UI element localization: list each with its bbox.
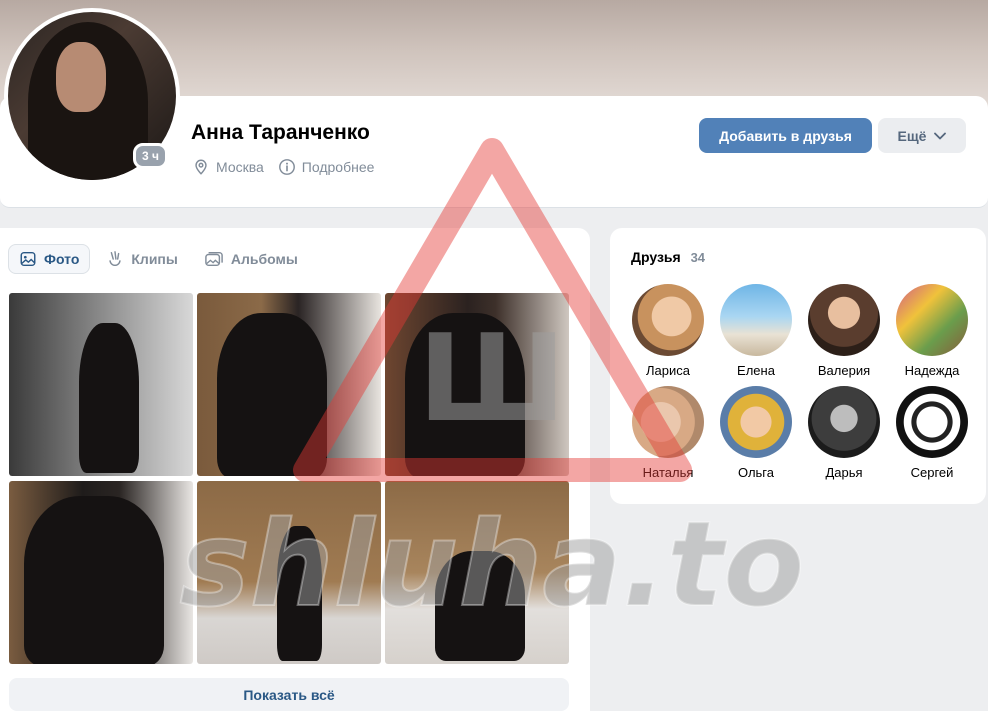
- tab-clips[interactable]: Клипы: [96, 244, 187, 274]
- photo-thumbnail[interactable]: [9, 481, 193, 664]
- friend-avatar[interactable]: [720, 284, 792, 356]
- info-icon: [278, 159, 295, 175]
- online-status-badge: 3 ч: [133, 143, 168, 169]
- friend-item[interactable]: Надежда: [888, 284, 976, 378]
- photo-icon: [20, 251, 36, 267]
- friend-name[interactable]: Елена: [737, 363, 775, 378]
- location-text: Москва: [216, 159, 264, 175]
- photo-thumbnail[interactable]: [197, 481, 381, 664]
- photo-thumbnail[interactable]: [385, 481, 569, 664]
- show-all-button[interactable]: Показать всё: [9, 678, 569, 711]
- photo-thumbnail[interactable]: [197, 293, 381, 476]
- clips-icon: [109, 251, 122, 267]
- friend-name[interactable]: Дарья: [825, 465, 862, 480]
- friend-name[interactable]: Надежда: [905, 363, 960, 378]
- photo-subject: [405, 313, 525, 476]
- more-button[interactable]: Ещё: [878, 118, 966, 153]
- friend-item[interactable]: Ольга: [712, 386, 800, 480]
- photos-card: Фото Клипы Альбомы Показать всё: [0, 228, 590, 711]
- photo-thumbnail[interactable]: [385, 293, 569, 476]
- friends-title: Друзья: [631, 249, 681, 265]
- friend-avatar[interactable]: [632, 284, 704, 356]
- tab-albums[interactable]: Альбомы: [194, 244, 308, 274]
- friend-avatar[interactable]: [896, 284, 968, 356]
- photo-subject: [217, 313, 327, 476]
- details-link-text[interactable]: Подробнее: [302, 159, 375, 175]
- friend-item[interactable]: Валерия: [800, 284, 888, 378]
- friend-item[interactable]: Дарья: [800, 386, 888, 480]
- photos-tabs: Фото Клипы Альбомы: [8, 244, 314, 274]
- friend-avatar[interactable]: [632, 386, 704, 458]
- friends-card: Друзья 34 Лариса Елена Валерия Надежда Н…: [610, 228, 986, 504]
- location-item: Москва: [192, 158, 264, 176]
- friend-avatar[interactable]: [808, 284, 880, 356]
- albums-icon: [205, 251, 223, 267]
- photo-subject: [277, 526, 322, 661]
- friend-name[interactable]: Валерия: [818, 363, 870, 378]
- chevron-down-icon: [934, 132, 947, 139]
- profile-name: Анна Таранченко: [191, 121, 370, 144]
- location-pin-icon: [195, 159, 207, 175]
- friends-count: 34: [690, 250, 706, 265]
- friend-item[interactable]: Елена: [712, 284, 800, 378]
- friend-avatar[interactable]: [808, 386, 880, 458]
- photo-subject: [24, 496, 164, 664]
- photo-grid: [9, 293, 569, 665]
- friend-avatar[interactable]: [720, 386, 792, 458]
- photo-subject: [79, 323, 139, 473]
- tab-clips-label: Клипы: [131, 251, 178, 267]
- photo-thumbnail[interactable]: [9, 293, 193, 476]
- friend-name[interactable]: Сергей: [911, 465, 954, 480]
- friend-name[interactable]: Лариса: [646, 363, 690, 378]
- tab-albums-label: Альбомы: [230, 251, 298, 267]
- photo-subject: [435, 551, 525, 661]
- friend-avatar[interactable]: [896, 386, 968, 458]
- tab-photos-label: Фото: [44, 251, 80, 267]
- friend-name[interactable]: Наталья: [643, 465, 694, 480]
- friends-header[interactable]: Друзья 34: [631, 249, 705, 265]
- details-link[interactable]: Подробнее: [278, 158, 375, 176]
- friend-item[interactable]: Лариса: [624, 284, 712, 378]
- friends-grid: Лариса Елена Валерия Надежда Наталья Оль…: [624, 284, 976, 480]
- profile-meta: Москва Подробнее: [192, 158, 388, 176]
- tab-photos[interactable]: Фото: [8, 244, 91, 274]
- add-friend-button[interactable]: Добавить в друзья: [699, 118, 872, 153]
- friend-name[interactable]: Ольга: [738, 465, 774, 480]
- more-button-label: Ещё: [897, 127, 927, 144]
- friend-item[interactable]: Сергей: [888, 386, 976, 480]
- friend-item[interactable]: Наталья: [624, 386, 712, 480]
